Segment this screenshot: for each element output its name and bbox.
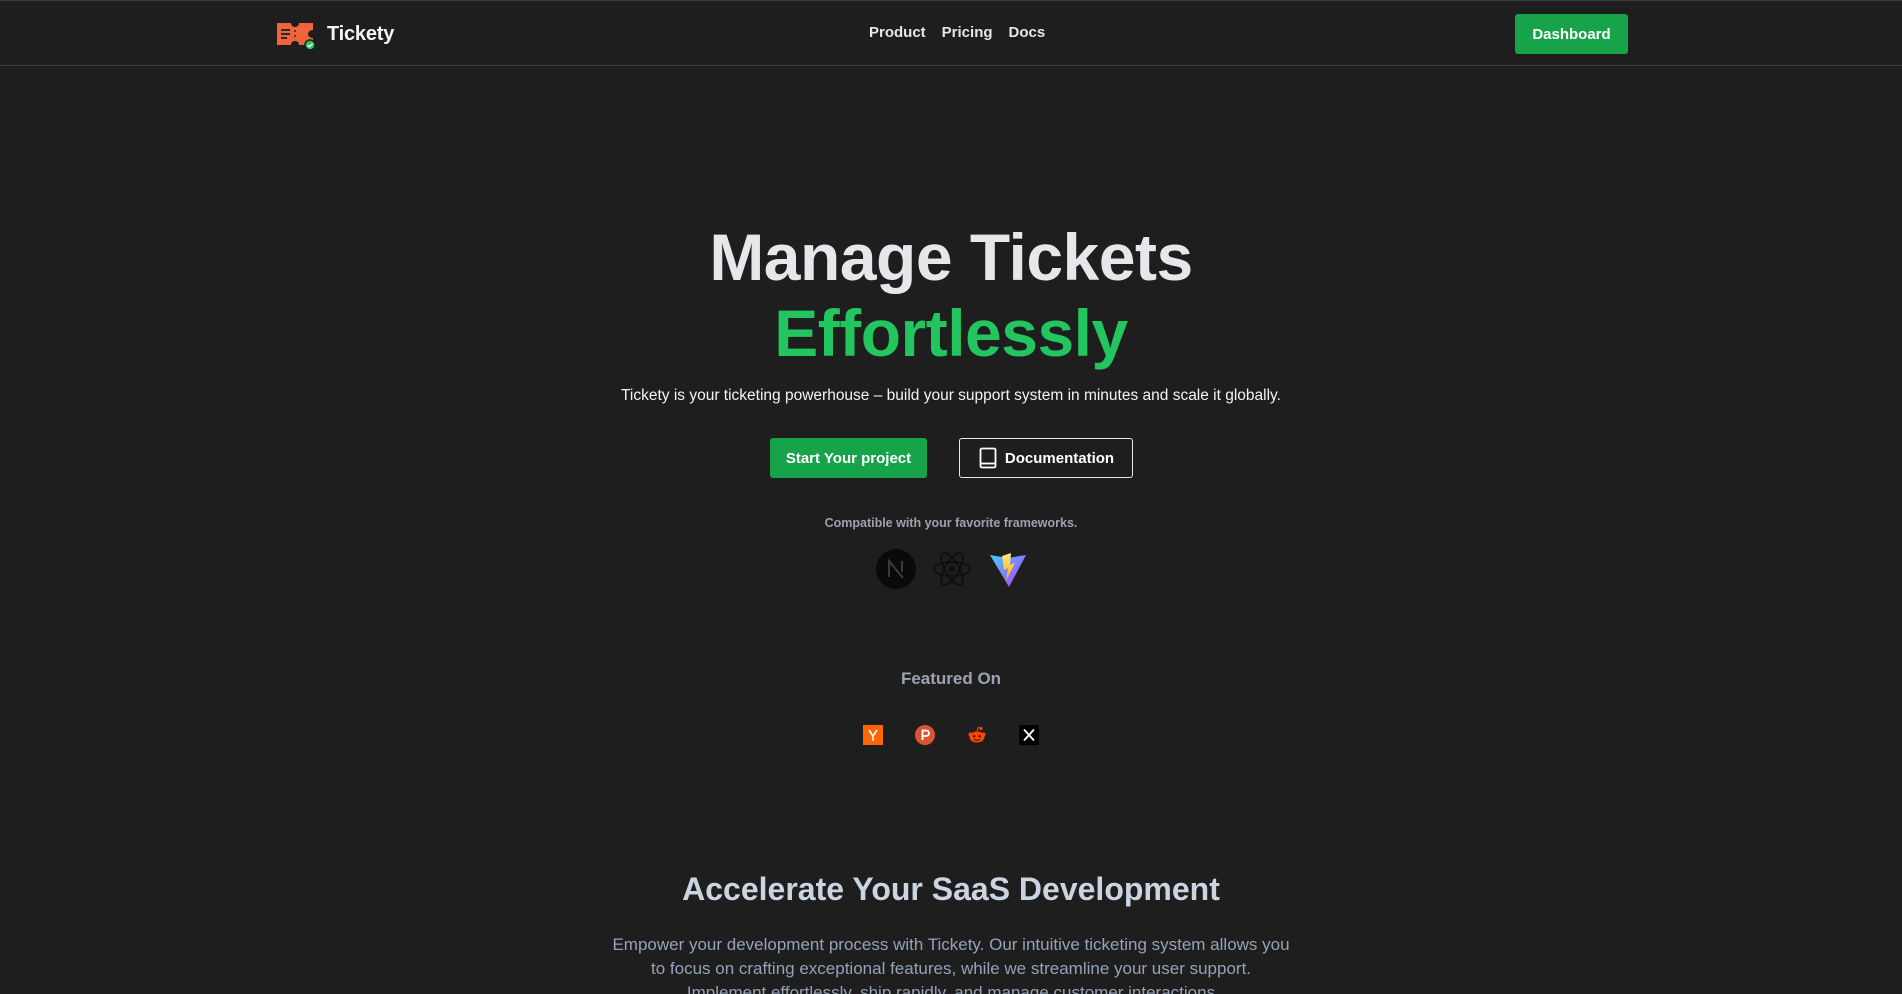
featured-icons	[863, 725, 1039, 745]
main-nav: Product Pricing Docs	[869, 21, 1045, 45]
reddit-icon[interactable]	[967, 725, 987, 745]
section-description: Empower your development process with Ti…	[612, 935, 1290, 994]
documentation-button-label: Documentation	[1004, 449, 1115, 467]
hero-subtitle: Tickety is your ticketing powerhouse – b…	[621, 387, 1281, 404]
nav-link-docs[interactable]: Docs	[1009, 21, 1046, 45]
brand-link[interactable]: Tickety	[275, 18, 394, 50]
landing-page: Tickety Product Pricing Docs Dashboard M…	[0, 0, 1902, 994]
nav-link-product[interactable]: Product	[869, 21, 926, 45]
top-navbar: Tickety Product Pricing Docs Dashboard	[0, 1, 1902, 66]
hacker-news-icon[interactable]	[863, 725, 883, 745]
x-icon[interactable]	[1019, 725, 1039, 745]
nextjs-icon[interactable]	[875, 548, 917, 590]
react-icon[interactable]	[931, 548, 973, 590]
nav-link-pricing[interactable]: Pricing	[942, 21, 993, 45]
hero-title-line2: Effortlessly	[774, 296, 1128, 370]
hero-title: Manage Tickets Effortlessly	[0, 219, 1902, 371]
brand-name: Tickety	[327, 22, 395, 45]
start-project-button[interactable]: Start Your project	[770, 438, 927, 478]
section-title: Accelerate Your SaaS Development	[682, 871, 1220, 907]
hero-title-line1: Manage Tickets	[709, 220, 1193, 294]
compatibility-text: Compatible with your favorite frameworks…	[824, 516, 1078, 530]
ticket-logo-icon	[277, 23, 316, 50]
dashboard-button[interactable]: Dashboard	[1515, 14, 1628, 54]
featured-on-title: Featured On	[900, 669, 1002, 688]
documentation-button[interactable]: Documentation	[959, 438, 1133, 478]
framework-icons	[875, 548, 1029, 590]
product-hunt-icon[interactable]	[915, 725, 935, 745]
book-icon	[979, 447, 997, 469]
vite-icon[interactable]	[987, 548, 1029, 590]
